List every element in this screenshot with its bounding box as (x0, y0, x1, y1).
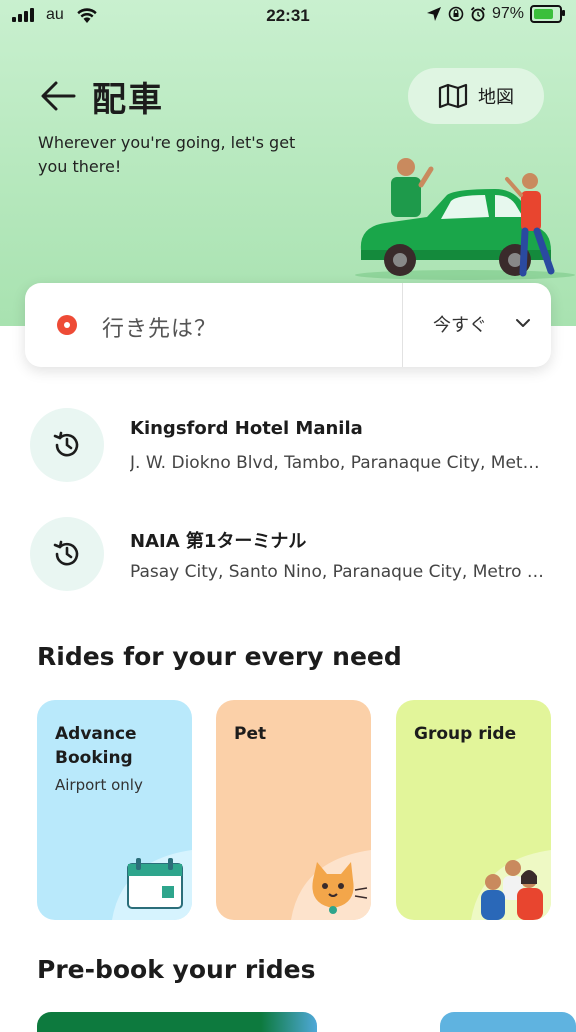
recent-place-item[interactable]: Kingsford Hotel Manila J. W. Diokno Blvd… (30, 408, 550, 486)
calendar-icon (112, 850, 192, 920)
battery-percent: 97% (491, 5, 524, 22)
ride-card-group-ride[interactable]: Group ride (396, 700, 551, 920)
map-button[interactable]: 地図 (408, 68, 544, 124)
prebook-card[interactable] (37, 1012, 317, 1032)
car-illustration (355, 158, 575, 280)
destination-pin-icon (57, 315, 77, 335)
recent-place-address: Pasay City, Santo Nino, Paranaque City, … (130, 562, 546, 582)
recent-place-item[interactable]: NAIA 第1ターミナル Pasay City, Santo Nino, Par… (30, 517, 550, 595)
ride-card-label: Advance Booking (55, 724, 137, 768)
status-bar: au 22:31 97% (0, 0, 576, 32)
header-subtitle: Wherever you're going, let's get you the… (38, 133, 296, 176)
destination-input[interactable]: 行き先は？ (102, 311, 217, 343)
screen-lock-icon (448, 6, 464, 22)
history-icon (30, 517, 104, 591)
cat-icon (291, 850, 371, 920)
ride-card-subtext: Airport only (55, 776, 143, 794)
history-icon (30, 408, 104, 482)
group-people-icon (471, 850, 551, 920)
ride-card-label: Group ride (414, 724, 517, 744)
divider (402, 283, 403, 367)
back-arrow-icon[interactable] (38, 78, 78, 114)
recent-place-address: J. W. Diokno Blvd, Tambo, Paranaque City… (130, 453, 546, 473)
ride-card-advance-booking[interactable]: Advance Booking Airport only (37, 700, 192, 920)
battery-icon (530, 5, 565, 23)
page-title: 配車 (92, 80, 164, 120)
prebook-section-title: Pre-book your rides (37, 955, 316, 984)
ride-card-label: Pet (234, 724, 267, 744)
destination-search-card[interactable]: 行き先は？ 今すぐ (25, 283, 551, 367)
prebook-card[interactable] (440, 1012, 576, 1032)
pickup-time-select[interactable]: 今すぐ (433, 311, 487, 337)
recent-place-title: Kingsford Hotel Manila (130, 418, 363, 439)
recent-place-title: NAIA 第1ターミナル (130, 531, 307, 552)
rides-section-title: Rides for your every need (37, 642, 402, 671)
map-button-label: 地図 (478, 87, 514, 108)
location-arrow-icon (426, 7, 441, 21)
chevron-down-icon[interactable] (515, 317, 531, 329)
ride-card-pet[interactable]: Pet (216, 700, 371, 920)
map-icon (438, 83, 468, 109)
alarm-icon (470, 6, 486, 22)
